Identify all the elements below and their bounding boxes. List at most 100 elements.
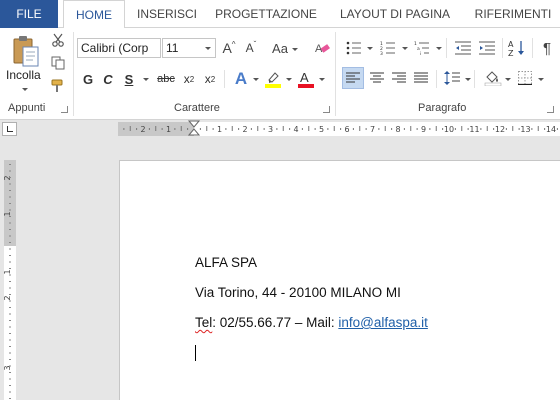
shrink-font-button[interactable]: Aˇ [242,38,260,58]
multilevel-list-button[interactable]: 1 a i [410,38,434,58]
copy-button[interactable] [49,54,67,72]
font-size-combo[interactable]: 11 [162,38,216,58]
vertical-ruler-tick [9,294,11,295]
vertical-ruler-tick [9,313,11,315]
decrease-indent-button[interactable] [452,38,474,58]
ruler-tick [250,128,252,130]
tab-layout[interactable]: LAYOUT DI PAGINA [332,0,458,28]
increase-indent-button[interactable] [476,38,498,58]
multilevel-dropdown-arrow[interactable] [436,47,442,50]
divider [436,70,437,88]
cut-button[interactable] [49,31,67,49]
ruler-tick [442,128,444,130]
line-spacing-dropdown-arrow[interactable] [465,78,471,81]
ruler-tick [493,128,495,130]
vertical-ruler-tick [9,235,11,237]
divider [224,70,225,88]
ruler-tick [314,128,316,130]
strikethrough-button[interactable]: abc [155,69,177,89]
ruler-tick [123,128,125,130]
font-name-combo[interactable]: Calibri (Corp [77,38,161,58]
numbering-button[interactable]: 1 2 3 [376,38,400,58]
highlighter-icon [265,72,281,88]
font-launcher[interactable] [323,106,330,113]
shading-dropdown-arrow[interactable] [505,78,511,81]
highlight-button[interactable] [263,68,283,90]
underline-dropdown-arrow[interactable] [143,78,149,81]
vertical-ruler-tick [9,391,11,393]
paste-button[interactable] [6,32,46,72]
superscript-button[interactable]: x2 [202,69,218,89]
bullet-list-icon [346,41,361,55]
ruler-label: 2 [242,125,247,134]
caret-up-icon: ^ [231,39,236,49]
email-link[interactable]: info@alfaspa.it [338,315,428,330]
svg-text:A: A [300,70,309,85]
text-effects-dropdown-arrow[interactable] [253,78,259,81]
font-color-dropdown-arrow[interactable] [319,78,325,81]
align-center-button[interactable] [366,67,388,89]
ruler-label: 5 [319,125,324,134]
borders-button[interactable] [514,67,536,89]
align-left-icon [346,72,360,83]
ruler-label: 6 [344,125,349,134]
vertical-ruler-tick [9,385,11,386]
change-case-button[interactable]: Aa [270,38,300,58]
font-color-button[interactable]: A [296,68,316,90]
ruler-label: 11 [469,125,479,134]
line-spacing-button[interactable] [441,67,463,89]
ruler-tick [454,128,456,130]
bullets-button[interactable] [342,38,366,58]
chevron-down-icon [205,47,211,50]
vertical-ruler-tick [9,222,11,224]
sort-button[interactable]: A Z [506,36,528,60]
increase-indent-icon [479,41,495,55]
vertical-ruler-tick [9,255,11,256]
tab-design[interactable]: PROGETTAZIONE [210,0,322,28]
tab-selector-icon[interactable] [2,122,17,136]
numbering-dropdown-arrow[interactable] [402,47,408,50]
bullets-dropdown-arrow[interactable] [367,47,373,50]
tab-file[interactable]: FILE [0,0,58,28]
show-formatting-button[interactable]: ¶ [538,36,556,60]
contact-text: : 02/55.66.77 – Mail: [212,315,339,330]
italic-button[interactable]: C [100,69,116,89]
grow-font-button[interactable]: A ^ [220,38,238,58]
shading-button[interactable] [482,67,504,89]
ruler-tick [282,126,284,131]
underline-button[interactable]: S [121,69,137,89]
indent-marker-icon[interactable] [188,120,200,138]
subscript-button[interactable]: x2 [181,69,197,89]
ruler-tick [199,128,201,130]
grow-font-icon: A [222,40,232,56]
bold-button[interactable]: G [80,69,96,89]
ruler-label: 4 [293,125,298,134]
vertical-ruler-tick [9,274,11,276]
clear-formatting-button[interactable]: A [312,38,332,58]
format-painter-icon [51,79,63,92]
vertical-ruler-tick [9,190,11,191]
clipboard-launcher[interactable] [61,106,68,113]
ruler-tick [410,126,412,131]
highlight-dropdown-arrow[interactable] [286,78,292,81]
ruler-tick [512,126,514,131]
ruler-label: 10 [444,125,454,134]
paragraph-launcher[interactable] [547,106,554,113]
ruler-tick [435,126,437,131]
tab-insert[interactable]: INSERISCI [132,0,202,28]
vertical-ruler-tick [9,398,11,399]
text-effects-button[interactable]: A [232,68,250,90]
divider [446,38,447,58]
document-page[interactable]: ALFA SPA Via Torino, 44 - 20100 MILANO M… [119,160,560,400]
justify-button[interactable] [410,67,432,89]
tab-references[interactable]: RIFERIMENTI [466,0,560,28]
align-right-button[interactable] [388,67,410,89]
format-painter-button[interactable] [49,77,67,95]
vertical-ruler-tick [9,281,11,282]
paste-dropdown-arrow[interactable] [22,88,28,91]
align-left-button[interactable] [342,67,364,89]
tab-home[interactable]: HOME [63,0,125,29]
ruler-tick [359,126,361,131]
chevron-down-icon [291,47,298,51]
borders-dropdown-arrow[interactable] [538,78,544,81]
